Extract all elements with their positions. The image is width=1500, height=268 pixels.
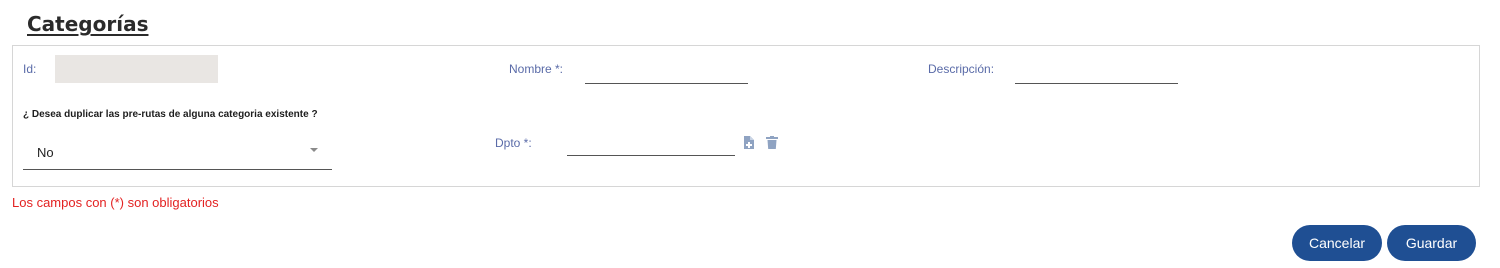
categorias-page: Categorías Id: Nombre *: Descripción: ¿ …: [0, 0, 1500, 268]
descripcion-label: Descripción:: [928, 62, 995, 76]
form-panel: Id: Nombre *: Descripción: ¿ Desea dupli…: [12, 45, 1480, 187]
save-button[interactable]: Guardar: [1387, 225, 1476, 261]
duplicate-question-label: ¿ Desea duplicar las pre-rutas de alguna…: [23, 109, 318, 120]
dpto-input[interactable]: [567, 134, 735, 156]
id-field: [55, 55, 218, 83]
page-title: Categorías: [27, 12, 149, 36]
duplicate-select-value: No: [37, 145, 54, 160]
nombre-label: Nombre *:: [509, 62, 564, 76]
id-label: Id:: [23, 62, 37, 76]
required-fields-note: Los campos con (*) son obligatorios: [12, 195, 219, 210]
chevron-down-icon: [310, 148, 318, 152]
descripcion-input[interactable]: [1015, 62, 1178, 84]
dpto-label: Dpto *:: [495, 136, 532, 150]
file-add-icon[interactable]: [743, 136, 755, 150]
nombre-input[interactable]: [585, 62, 748, 84]
duplicate-select[interactable]: No: [23, 136, 332, 170]
trash-icon[interactable]: [766, 136, 778, 150]
cancel-button[interactable]: Cancelar: [1292, 225, 1382, 261]
